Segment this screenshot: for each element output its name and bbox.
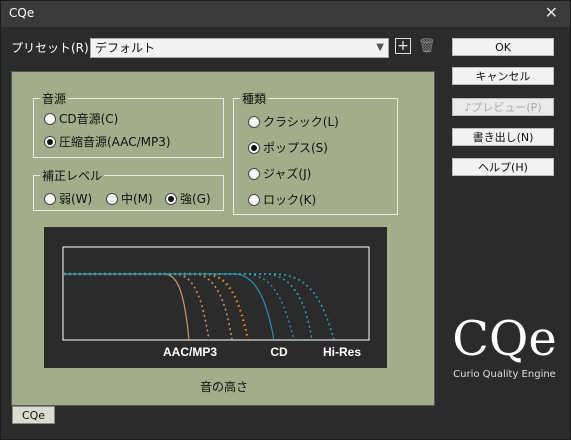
- preset-select[interactable]: デフォルト ▼: [90, 38, 389, 58]
- radio-dot: [248, 141, 260, 154]
- help-button[interactable]: ヘルプ(H): [452, 158, 554, 176]
- window-title: CQe: [9, 6, 35, 20]
- radio-dot: [248, 115, 260, 128]
- kind-pops-radio[interactable]: ポップス(S): [248, 139, 328, 156]
- preset-label: プリセット(R):: [11, 41, 93, 55]
- level-weak-label: 弱(W): [59, 192, 93, 206]
- level-weak-radio[interactable]: 弱(W): [44, 190, 92, 207]
- kind-legend: 種類: [240, 90, 269, 107]
- curve-hires-dotted-2: [64, 273, 335, 341]
- cqe-tab[interactable]: CQe: [12, 406, 55, 424]
- source-cd-radio[interactable]: CD音源(C): [44, 110, 118, 127]
- graph-label-cd: CD: [270, 345, 288, 359]
- cqe-window: CQe ✕ プリセット(R): デフォルト ▼ + 🗑 OK キャンセル ♪プレ…: [0, 0, 571, 440]
- kind-pops-label: ポップス(S): [263, 141, 328, 155]
- x-axis-label: 音の高さ: [199, 380, 248, 394]
- curve-aac-base: [64, 273, 190, 341]
- source-legend: 音源: [40, 90, 69, 107]
- source-cd-label: CD音源(C): [59, 112, 119, 126]
- export-button[interactable]: 書き出し(N): [452, 128, 554, 146]
- curve-highlight: [64, 272, 250, 341]
- preview-button[interactable]: ♪プレビュー(P): [452, 98, 554, 116]
- source-compressed-label: 圧縮音源(AAC/MP3): [59, 135, 171, 149]
- logo: CQe Curio Quality Engine: [447, 313, 562, 380]
- radio-dot: [44, 112, 56, 125]
- level-strong-radio[interactable]: 強(G): [165, 190, 211, 207]
- logo-mark: CQe: [452, 311, 557, 367]
- level-strong-label: 強(G): [180, 192, 211, 206]
- frequency-graph: AAC/MP3 CD Hi-Res: [44, 227, 387, 368]
- curve-aac-dotted: [64, 273, 210, 341]
- radio-dot: [44, 135, 56, 148]
- graph-svg: AAC/MP3 CD Hi-Res: [62, 246, 370, 359]
- source-group: 音源 CD音源(C) 圧縮音源(AAC/MP3): [33, 90, 224, 158]
- level-group: 補正レベル 弱(W) 中(M) 強(G): [33, 167, 224, 211]
- graph-frame: [62, 246, 370, 341]
- kind-group: 種類 クラシック(L) ポップス(S) ジャズ(J) ロック(K): [233, 90, 398, 215]
- source-compressed-radio[interactable]: 圧縮音源(AAC/MP3): [44, 133, 171, 150]
- cancel-button[interactable]: キャンセル: [452, 67, 554, 85]
- radio-dot: [165, 192, 177, 205]
- preset-value: デフォルト: [95, 41, 156, 55]
- close-icon[interactable]: ✕: [545, 3, 558, 22]
- ok-button[interactable]: OK: [452, 38, 554, 56]
- title-bar: CQe ✕: [1, 1, 570, 27]
- radio-dot: [248, 167, 260, 180]
- kind-classic-radio[interactable]: クラシック(L): [248, 113, 339, 130]
- level-mid-radio[interactable]: 中(M): [106, 190, 153, 207]
- radio-dot: [44, 192, 56, 205]
- add-preset-button[interactable]: +: [395, 38, 411, 54]
- kind-rock-label: ロック(K): [263, 193, 317, 207]
- level-legend: 補正レベル: [40, 167, 105, 184]
- kind-classic-label: クラシック(L): [263, 115, 339, 129]
- graph-label-aac: AAC/MP3: [163, 345, 217, 359]
- graph-label-hires: Hi-Res: [323, 345, 361, 359]
- cqe-panel: 音源 CD音源(C) 圧縮音源(AAC/MP3) 補正レベル 弱(W) 中(M): [11, 71, 435, 406]
- curve-cd-base: [64, 273, 275, 341]
- level-mid-label: 中(M): [121, 192, 153, 206]
- kind-rock-radio[interactable]: ロック(K): [248, 191, 316, 208]
- radio-dot: [248, 193, 260, 206]
- trash-icon: 🗑: [418, 38, 436, 54]
- radio-dot: [106, 192, 118, 205]
- chevron-down-icon: ▼: [376, 42, 384, 53]
- kind-jazz-radio[interactable]: ジャズ(J): [248, 165, 311, 182]
- curve-cd-dotted: [64, 273, 295, 341]
- kind-jazz-label: ジャズ(J): [263, 167, 312, 181]
- logo-subtitle: Curio Quality Engine: [453, 369, 556, 380]
